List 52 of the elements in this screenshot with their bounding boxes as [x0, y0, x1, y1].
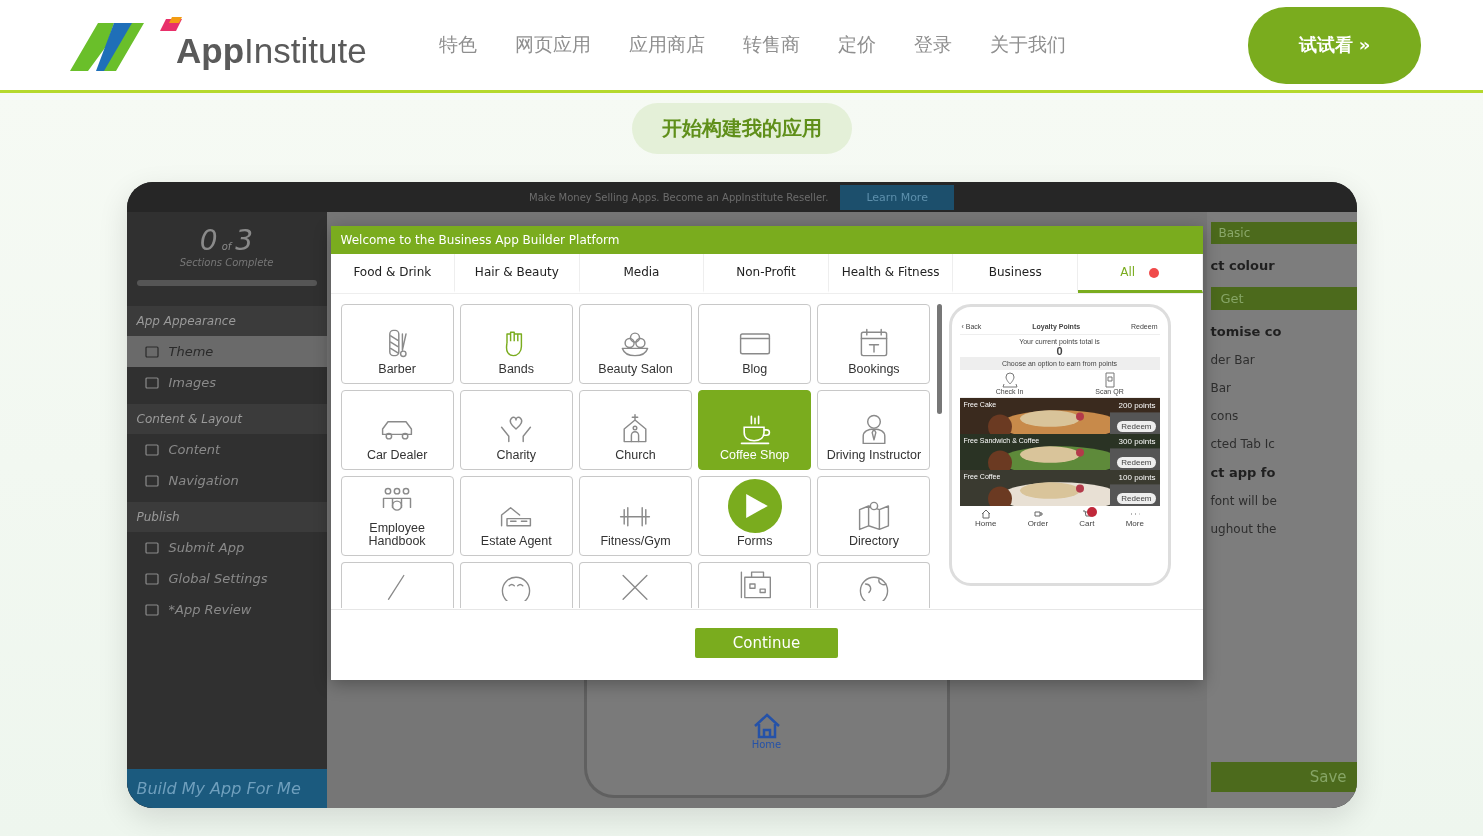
of-label: of — [221, 241, 232, 252]
reseller-banner-text: Make Money Selling Apps. Become an AppInstitute Reseller. — [529, 191, 829, 203]
setting-text: cons — [1210, 409, 1240, 423]
dialog-title: Welcome to the Business App Builder Platform — [330, 226, 1203, 254]
offer-points: 200 points — [1118, 401, 1156, 410]
template-tile[interactable]: Bookings — [817, 304, 931, 384]
redeem-button[interactable]: Redeem — [1117, 457, 1156, 468]
template-tile[interactable]: Beauty Salon — [578, 304, 693, 384]
tab-label[interactable]: Order — [1027, 519, 1049, 528]
sidebar-item[interactable]: Navigation — [126, 465, 327, 496]
tab-label[interactable]: Home — [975, 519, 997, 528]
setting-text: der Bar — [1210, 353, 1256, 367]
setting-heading: ct colour — [1210, 258, 1276, 273]
template-tile[interactable]: Estate Agent — [459, 476, 573, 556]
template-tile[interactable]: Barber — [340, 304, 454, 384]
sidebar-item[interactable]: Content — [126, 434, 327, 465]
category-tab[interactable]: Food & Drink — [330, 254, 456, 293]
section-header[interactable]: Publish — [126, 502, 327, 532]
sidebar-item[interactable]: Images — [126, 367, 327, 398]
template-tile[interactable]: Car Dealer — [340, 390, 454, 470]
completed-count: 0 — [199, 224, 218, 257]
setting-text: Bar — [1210, 381, 1233, 395]
setting-heading: ct app fo — [1210, 465, 1277, 480]
template-tile[interactable]: Church — [578, 390, 693, 470]
panel-header: Basic — [1210, 222, 1357, 244]
redeem-button[interactable]: Redeem — [1117, 493, 1156, 504]
sidebar-item[interactable]: Global Settings — [126, 563, 327, 594]
progress-caption: Sections Complete — [178, 257, 275, 268]
setting-text: ughout the — [1210, 522, 1278, 536]
template-tile[interactable]: Charity — [459, 390, 573, 470]
offer-points: 300 points — [1118, 437, 1156, 446]
template-tile[interactable]: Bands — [459, 304, 573, 384]
sidebar-item[interactable]: *App Review — [126, 594, 327, 625]
template-tile[interactable]: Blog — [698, 304, 812, 384]
offer-points: 100 points — [1118, 473, 1156, 482]
template-tile[interactable]: Fitness/Gym — [578, 476, 693, 556]
tab-label[interactable]: More — [1125, 519, 1144, 528]
tab-label[interactable]: Cart — [1079, 519, 1095, 528]
template-tile[interactable]: Directory — [817, 476, 931, 556]
section-header[interactable]: Content & Layout — [126, 404, 327, 434]
template-tile[interactable]: Driving Instructor — [817, 390, 931, 470]
setting-text: cted Tab Ic — [1210, 437, 1276, 451]
redeem-button[interactable]: Redeem — [1117, 421, 1156, 432]
template-tile[interactable]: Employee Handbook — [340, 476, 454, 556]
section-header[interactable]: App Appearance — [126, 306, 327, 336]
points-value: 0 — [1055, 345, 1063, 357]
setting-heading: tomise co — [1210, 324, 1283, 339]
sidebar-item[interactable]: Submit App — [126, 532, 327, 563]
template-tile[interactable]: Forms — [698, 476, 812, 556]
total-count: 3 — [235, 224, 254, 257]
setting-text: font will be — [1210, 494, 1278, 508]
logo-text[interactable]: AppInstitute — [176, 31, 367, 71]
